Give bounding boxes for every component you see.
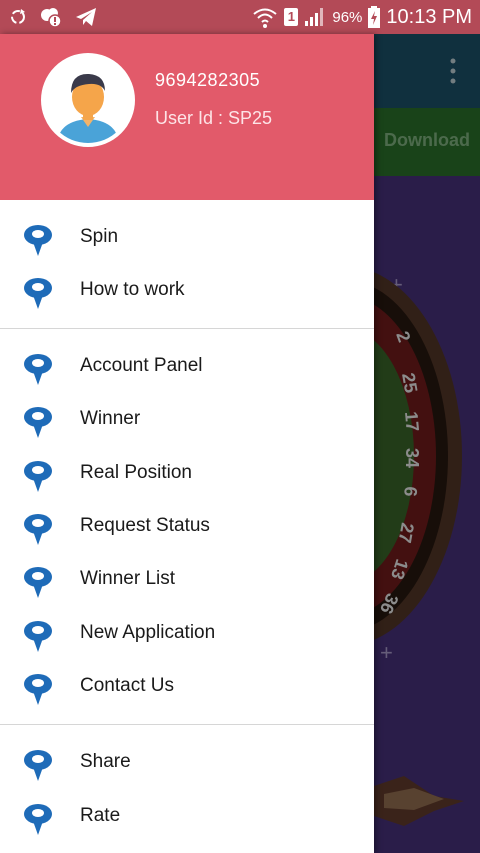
menu-divider [0, 724, 374, 725]
map-pin-icon [24, 674, 52, 705]
map-pin-icon [24, 514, 52, 545]
map-pin-icon [24, 407, 52, 438]
menu-item-label: How to work [80, 279, 185, 300]
map-pin-icon [24, 225, 52, 256]
sim-slot-badge: 1 [284, 8, 299, 26]
user-avatar-icon[interactable] [41, 53, 135, 147]
menu-item-contact-us[interactable]: Contact Us [0, 660, 374, 713]
status-bar-notifications [8, 5, 98, 29]
map-pin-icon [24, 354, 52, 385]
menu-item-label: Share [80, 751, 131, 772]
menu-item-label: Spin [80, 226, 119, 247]
menu-item-rate[interactable]: Rate [0, 790, 374, 843]
menu-item-label: Real Position [80, 462, 192, 483]
user-id: User Id : SP25 [155, 108, 273, 128]
menu-item-real-position[interactable]: Real Position [0, 447, 374, 500]
menu-item-label: Request Status [80, 515, 210, 536]
menu-item-winner[interactable]: Winner [0, 393, 374, 446]
notification-icon [41, 8, 62, 28]
menu-item-winner-list[interactable]: Winner List [0, 553, 374, 606]
menu-item-how-to-work[interactable]: How to work [0, 264, 374, 317]
battery-charging-icon [368, 6, 381, 28]
menu-item-spin[interactable]: Spin [0, 211, 374, 264]
wifi-icon [253, 8, 277, 28]
menu-item-label: Account Panel [80, 355, 203, 376]
clock: 10:13 PM [386, 5, 472, 28]
menu-item-label: New Application [80, 622, 216, 643]
signal-icon [305, 8, 324, 26]
drawer-header: 9694282305 User Id : SP25 [0, 34, 374, 200]
telegram-icon [76, 8, 96, 26]
menu-item-label: Rate [80, 805, 121, 826]
menu-item-label: Winner [80, 408, 141, 429]
map-pin-icon [24, 804, 52, 835]
battery-percent: 96% [332, 8, 363, 26]
menu-item-request-status[interactable]: Request Status [0, 500, 374, 553]
user-phone: 9694282305 [155, 70, 261, 90]
sync-icon [11, 9, 25, 24]
map-pin-icon [24, 278, 52, 309]
menu-item-label: Contact Us [80, 675, 174, 696]
status-bar: 1 96% 10:13 PM [0, 0, 480, 34]
map-pin-icon [24, 750, 52, 781]
navigation-drawer: 9694282305 User Id : SP25 Spin How to wo… [0, 34, 374, 853]
map-pin-icon [24, 567, 52, 598]
menu-item-label: Winner List [80, 568, 176, 589]
menu-divider [0, 328, 374, 329]
menu-item-share[interactable]: Share [0, 736, 374, 789]
status-bar-system: 1 96% 10:13 PM [252, 0, 472, 34]
map-pin-icon [24, 461, 52, 492]
map-pin-icon [24, 621, 52, 652]
drawer-scrim[interactable] [374, 34, 480, 853]
menu-item-account-panel[interactable]: Account Panel [0, 340, 374, 393]
menu-item-new-application[interactable]: New Application [0, 607, 374, 660]
